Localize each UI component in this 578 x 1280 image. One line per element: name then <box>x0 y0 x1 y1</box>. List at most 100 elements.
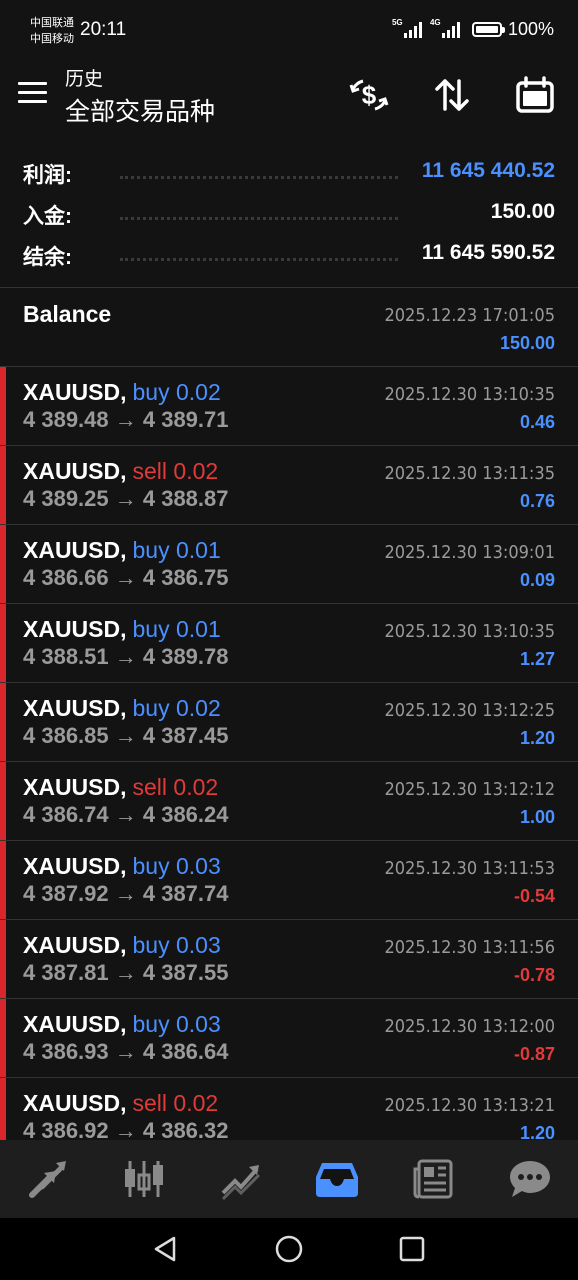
trade-profit: 0.76 <box>519 491 555 511</box>
trade-direction: buy 0.03 <box>132 1011 221 1037</box>
profit-label: 利润: <box>23 164 72 187</box>
home-icon[interactable] <box>274 1234 304 1264</box>
nav-trade[interactable] <box>193 1140 289 1218</box>
trade-row[interactable]: XAUUSD, buy 0.03 4 386.93 → 4 386.64 2025.1… <box>0 999 578 1078</box>
battery-icon <box>471 22 505 37</box>
currency-exchange-icon[interactable]: $ <box>348 74 390 116</box>
trade-direction: sell 0.02 <box>132 774 219 800</box>
chat-icon <box>509 1161 550 1197</box>
trade-symbol: XAUUSD, buy 0.01 <box>23 537 221 564</box>
trade-prices: 4 387.81 → 4 387.55 <box>23 960 229 985</box>
trade-row[interactable]: XAUUSD, buy 0.02 4 386.85 → 4 387.45 2025.1… <box>0 683 578 762</box>
profit-value: 11 645 440.52 <box>421 159 555 182</box>
trade-time: 2025.12.30 13:10:35 <box>384 621 555 642</box>
trade-direction: buy 0.01 <box>132 537 221 563</box>
trade-symbol: XAUUSD, sell 0.02 <box>23 774 218 801</box>
trade-prices: 4 387.92 → 4 387.74 <box>23 881 229 906</box>
trade-time: 2025.12.30 13:13:21 <box>384 1095 555 1116</box>
trade-row[interactable]: XAUUSD, buy 0.03 4 387.81 → 4 387.55 2025.1… <box>0 920 578 999</box>
calendar-icon[interactable] <box>514 74 556 116</box>
trade-profit: -0.78 <box>513 965 555 985</box>
trade-direction: buy 0.03 <box>132 932 221 958</box>
trade-direction: sell 0.02 <box>132 1090 219 1116</box>
history-list[interactable]: Balance 2025.12.23 17:01:05 150.00 XAUUS… <box>0 287 578 1141</box>
summary-row-deposit: 入金: 150.00 <box>0 191 578 232</box>
symbol-name: XAUUSD, <box>23 379 127 405</box>
status-time: 20:11 <box>80 19 127 40</box>
nav-chart[interactable] <box>96 1140 192 1218</box>
trade-marker <box>0 999 6 1077</box>
trade-row[interactable]: XAUUSD, buy 0.01 4 386.66 → 4 386.75 2025.1… <box>0 525 578 604</box>
trade-row[interactable]: XAUUSD, sell 0.02 4 386.74 → 4 386.24 2025.… <box>0 762 578 841</box>
symbol-name: XAUUSD, <box>23 458 127 484</box>
nav-quotes[interactable] <box>0 1140 96 1218</box>
trade-marker <box>0 841 6 919</box>
page-title[interactable]: 全部交易品种 <box>65 92 215 128</box>
trade-prices: 4 386.85 → 4 387.45 <box>23 723 229 748</box>
trade-time: 2025.12.30 13:11:35 <box>384 463 555 484</box>
carrier-names: 中国联通 中国移动 <box>30 15 74 47</box>
trade-marker <box>0 367 6 445</box>
trade-symbol: XAUUSD, buy 0.03 <box>23 932 221 959</box>
sort-icon[interactable] <box>431 74 473 116</box>
operation-time: 2025.12.23 17:01:05 <box>384 305 555 326</box>
balance-operation-row[interactable]: Balance 2025.12.23 17:01:05 150.00 <box>0 288 578 367</box>
symbol-name: XAUUSD, <box>23 537 127 563</box>
trade-symbol: XAUUSD, sell 0.02 <box>23 1090 218 1117</box>
trade-symbol: XAUUSD, buy 0.01 <box>23 616 221 643</box>
nav-history[interactable] <box>289 1140 385 1218</box>
signal-4g-icon: 4G <box>430 18 460 38</box>
trade-row[interactable]: XAUUSD, buy 0.03 4 387.92 → 4 387.74 2025.1… <box>0 841 578 920</box>
trade-marker <box>0 920 6 998</box>
trade-marker <box>0 446 6 524</box>
trade-direction: buy 0.02 <box>132 695 221 721</box>
trade-row[interactable]: XAUUSD, buy 0.01 4 388.51 → 4 389.78 2025.1… <box>0 604 578 683</box>
quotes-arrows-icon <box>29 1161 67 1198</box>
status-right: 5G 4G 100% <box>392 18 554 40</box>
deposit-label: 入金: <box>23 205 72 228</box>
nav-chat[interactable] <box>482 1140 578 1218</box>
back-icon[interactable] <box>150 1234 180 1264</box>
trade-marker <box>0 683 6 761</box>
symbol-name: XAUUSD, <box>23 932 127 958</box>
trade-row[interactable]: XAUUSD, sell 0.02 4 389.25 → 4 388.87 2025.… <box>0 446 578 525</box>
trade-profit: 0.09 <box>519 570 555 590</box>
operation-amount: 150.00 <box>499 333 555 353</box>
page-subtitle: 历史 <box>65 69 104 90</box>
trade-direction: buy 0.02 <box>132 379 221 405</box>
symbol-name: XAUUSD, <box>23 853 127 879</box>
trade-profit: -0.87 <box>513 1044 555 1064</box>
svg-text:$: $ <box>362 80 377 110</box>
trade-profit: -0.54 <box>513 886 555 906</box>
trade-row[interactable]: XAUUSD, buy 0.02 4 389.48 → 4 389.71 2025.1… <box>0 367 578 446</box>
symbol-name: XAUUSD, <box>23 774 127 800</box>
trade-symbol: XAUUSD, buy 0.02 <box>23 379 221 406</box>
trade-marker <box>0 604 6 682</box>
system-navigation-bar <box>0 1218 578 1280</box>
balance-value: 11 645 590.52 <box>421 241 555 264</box>
leader-dots <box>120 176 398 179</box>
trade-row[interactable]: XAUUSD, sell 0.02 4 386.92 → 4 386.32 2025.… <box>0 1078 578 1141</box>
trade-profit: 1.20 <box>519 728 555 748</box>
trade-direction: buy 0.03 <box>132 853 221 879</box>
recents-icon[interactable] <box>397 1234 427 1264</box>
symbol-name: XAUUSD, <box>23 1011 127 1037</box>
trade-time: 2025.12.30 13:11:53 <box>384 858 555 879</box>
trade-prices: 4 386.74 → 4 386.24 <box>23 802 229 827</box>
trade-trend-icon <box>221 1165 260 1201</box>
news-icon <box>413 1159 453 1199</box>
network-type-2: 4G <box>429 17 441 27</box>
menu-icon[interactable] <box>18 82 47 104</box>
trade-prices: 4 386.92 → 4 386.32 <box>23 1118 229 1141</box>
battery-percent: 100% <box>507 19 554 39</box>
carrier-2: 中国移动 <box>30 33 74 45</box>
trade-time: 2025.12.30 13:10:35 <box>384 384 555 405</box>
trade-time: 2025.12.30 13:12:12 <box>384 779 555 800</box>
status-bar: 中国联通 中国移动 20:11 5G 4G 100% <box>0 0 578 60</box>
signal-5g-icon: 5G <box>392 18 422 38</box>
account-summary: 利润: 11 645 440.52 入金: 150.00 结余: 11 645 … <box>0 150 578 273</box>
leader-dots <box>120 258 398 261</box>
summary-row-profit: 利润: 11 645 440.52 <box>0 150 578 191</box>
nav-news[interactable] <box>385 1140 481 1218</box>
trade-symbol: XAUUSD, buy 0.02 <box>23 695 221 722</box>
